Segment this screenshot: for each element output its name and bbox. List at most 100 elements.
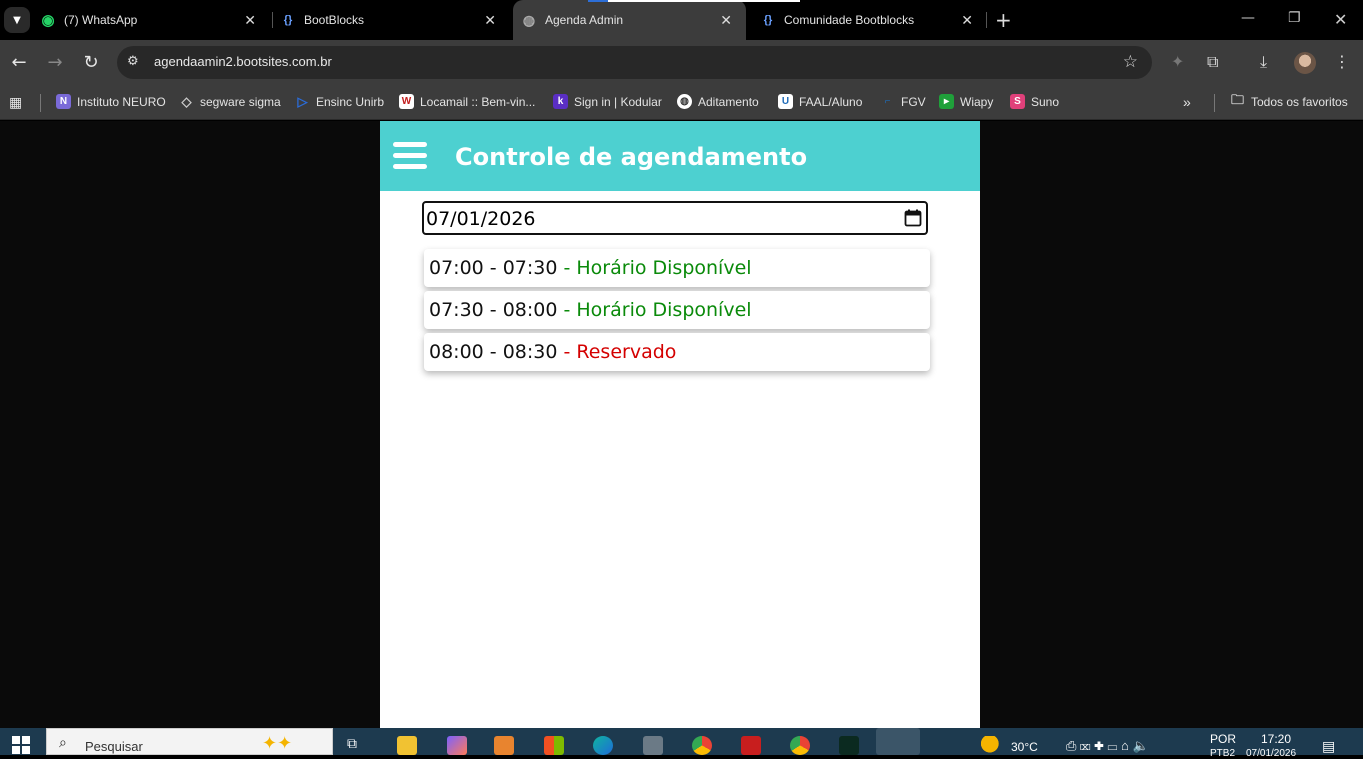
search-icon: ⌕ xyxy=(59,735,67,751)
time-slot-item[interactable]: 07:00 - 07:30 - Horário Disponível xyxy=(424,249,930,287)
media-player-icon[interactable] xyxy=(494,736,514,755)
slot-time: 07:00 - 07:30 xyxy=(429,257,558,279)
taskbar-search-box[interactable]: ⌕ Pesquisar ✦✦ xyxy=(46,728,333,755)
tab-bootblocks[interactable]: {} BootBlocks ✕ xyxy=(280,0,510,40)
terminal-app-icon[interactable] xyxy=(839,736,859,755)
bookmark-aditamento[interactable]: ◍ Aditamento xyxy=(677,94,759,109)
bookmark-label: Instituto NEURO xyxy=(77,94,166,109)
bookmark-instituto-neuro[interactable]: N Instituto NEURO xyxy=(56,94,166,109)
acrobat-icon[interactable] xyxy=(741,736,761,755)
agenda-app: Controle de agendamento 07/01/2026 07:00… xyxy=(380,121,980,728)
clock-date[interactable]: 07/01/2026 xyxy=(1246,748,1296,759)
clock-time[interactable]: 17:20 xyxy=(1261,732,1291,746)
profile-avatar[interactable] xyxy=(1294,52,1316,74)
slot-time: 08:00 - 08:30 xyxy=(429,341,558,363)
bookmark-label: FAAL/Aluno xyxy=(799,94,863,109)
active-app-icon[interactable] xyxy=(876,728,920,755)
slot-status: - Reservado xyxy=(563,341,677,363)
bookmark-label: Locamail :: Bem-vin... xyxy=(420,94,536,109)
bookmark-label: Todos os favoritos xyxy=(1251,94,1348,109)
reload-button[interactable]: ↻ xyxy=(80,52,102,73)
all-bookmarks-folder[interactable]: 🗀 Todos os favoritos xyxy=(1230,91,1348,109)
bookmark-faal-aluno[interactable]: U FAAL/Aluno xyxy=(778,94,862,109)
address-bar[interactable]: ⚙ agendaamin2.bootsites.com.br ☆ xyxy=(117,46,1152,79)
more-bookmarks-icon[interactable]: » xyxy=(1183,94,1191,110)
bookmark-label: Sign in | Kodular xyxy=(574,94,662,109)
windows-start-icon[interactable] xyxy=(12,736,30,754)
bookmark-star-icon[interactable]: ☆ xyxy=(1123,52,1138,72)
close-window-button[interactable]: ✕ xyxy=(1334,10,1347,29)
input-language-sub[interactable]: PTB2 xyxy=(1210,748,1235,759)
globe-icon: ◍ xyxy=(677,94,692,109)
wiapy-icon: ▸ xyxy=(939,94,954,109)
page-title: Controle de agendamento xyxy=(455,143,808,171)
chrome-profile-icon[interactable] xyxy=(790,736,810,755)
close-icon[interactable]: ✕ xyxy=(244,12,256,29)
bookmark-kodular[interactable]: k Sign in | Kodular xyxy=(553,94,662,109)
forward-button[interactable]: → xyxy=(44,52,66,73)
calculator-icon[interactable] xyxy=(643,736,663,755)
bookmark-separator xyxy=(40,94,41,112)
bookmark-label: segware sigma xyxy=(200,94,281,109)
weather-icon[interactable] xyxy=(981,736,1003,755)
page-viewport: Controle de agendamento 07/01/2026 07:00… xyxy=(0,121,1363,728)
tab-progress-indicator xyxy=(588,0,608,2)
time-slot-item[interactable]: 07:30 - 08:00 - Horário Disponível xyxy=(424,291,930,329)
tab-comunidade[interactable]: {} Comunidade Bootblocks ✕ xyxy=(752,0,987,40)
bookmark-ensinc-unirb[interactable]: ▷ Ensinc Unirb xyxy=(295,93,385,109)
close-icon[interactable]: ✕ xyxy=(720,12,732,29)
date-picker-input[interactable]: 07/01/2026 xyxy=(422,201,928,235)
apps-grid-icon[interactable]: ▦ xyxy=(9,94,22,111)
store-icon[interactable] xyxy=(544,736,564,755)
download-icon[interactable]: ⤓ xyxy=(1260,52,1267,72)
bookmark-label: Suno xyxy=(1031,94,1060,109)
play-icon: ▷ xyxy=(297,93,308,109)
bookmark-locamail[interactable]: W Locamail :: Bem-vin... xyxy=(399,94,535,109)
input-language[interactable]: POR xyxy=(1210,732,1236,746)
tab-title: BootBlocks xyxy=(304,13,365,27)
url-text[interactable]: agendaamin2.bootsites.com.br xyxy=(154,54,332,69)
date-value[interactable]: 07/01/2026 xyxy=(426,208,536,230)
slot-status: - Horário Disponível xyxy=(563,257,752,279)
locamail-icon: W xyxy=(399,94,414,109)
system-tray-icons[interactable]: ⎙ ⌧ ✚ ▭ ⌂ 🔈 xyxy=(1066,738,1149,754)
tab-agenda-admin[interactable]: ◍ Agenda Admin ✕ xyxy=(513,0,746,40)
restore-button[interactable]: ❐ xyxy=(1288,10,1301,26)
back-button[interactable]: ← xyxy=(8,52,30,73)
browser-toolbar: ← → ↻ ⚙ agendaamin2.bootsites.com.br ☆ ✦… xyxy=(0,40,1363,86)
calendar-icon[interactable] xyxy=(904,209,922,227)
bookmark-label: Ensinc Unirb xyxy=(316,94,385,109)
tab-title: Comunidade Bootblocks xyxy=(784,13,915,27)
task-view-icon[interactable]: ⧉ xyxy=(347,736,367,755)
tab-title: Agenda Admin xyxy=(545,13,624,27)
extensions-puzzle-icon[interactable]: ⧉ xyxy=(1207,52,1218,72)
bookmark-fgv[interactable]: ⌐ FGV xyxy=(880,94,926,109)
bookmark-wiapy[interactable]: ▸ Wiapy xyxy=(939,94,993,109)
bookmarks-bar: ▦ N Instituto NEURO ◇ segware sigma ▷ En… xyxy=(0,86,1363,120)
copilot-sparkle-icon: ✦✦ xyxy=(262,733,293,754)
new-tab-button[interactable]: + xyxy=(995,8,1012,32)
tab-title: (7) WhatsApp xyxy=(64,13,138,27)
folder-icon: 🗀 xyxy=(1230,91,1244,107)
edge-icon[interactable] xyxy=(593,736,613,755)
minimize-button[interactable]: — xyxy=(1241,10,1255,26)
search-placeholder: Pesquisar xyxy=(85,739,143,754)
tab-whatsapp[interactable]: ◉ (7) WhatsApp ✕ xyxy=(40,0,270,40)
tab-separator xyxy=(986,12,987,28)
menu-kebab-icon[interactable]: ⋮ xyxy=(1334,52,1350,71)
tab-search-button[interactable]: ▼ xyxy=(4,7,30,33)
notification-icon[interactable]: ▤ xyxy=(1322,738,1335,755)
bookmark-suno[interactable]: S Suno xyxy=(1010,94,1059,109)
bookmark-segware-sigma[interactable]: ◇ segware sigma xyxy=(179,94,281,109)
copilot-icon[interactable] xyxy=(447,736,467,755)
close-icon[interactable]: ✕ xyxy=(961,12,973,29)
kodular-icon: k xyxy=(553,94,568,109)
close-icon[interactable]: ✕ xyxy=(484,12,496,29)
time-slot-item[interactable]: 08:00 - 08:30 - Reservado xyxy=(424,333,930,371)
site-info-icon[interactable]: ⚙ xyxy=(127,54,139,69)
hamburger-menu-icon[interactable] xyxy=(393,142,427,170)
extension-icon[interactable]: ✦ xyxy=(1171,52,1184,71)
file-explorer-icon[interactable] xyxy=(397,736,417,755)
weather-temperature[interactable]: 30°C xyxy=(1011,740,1038,754)
chrome-icon[interactable] xyxy=(692,736,712,755)
